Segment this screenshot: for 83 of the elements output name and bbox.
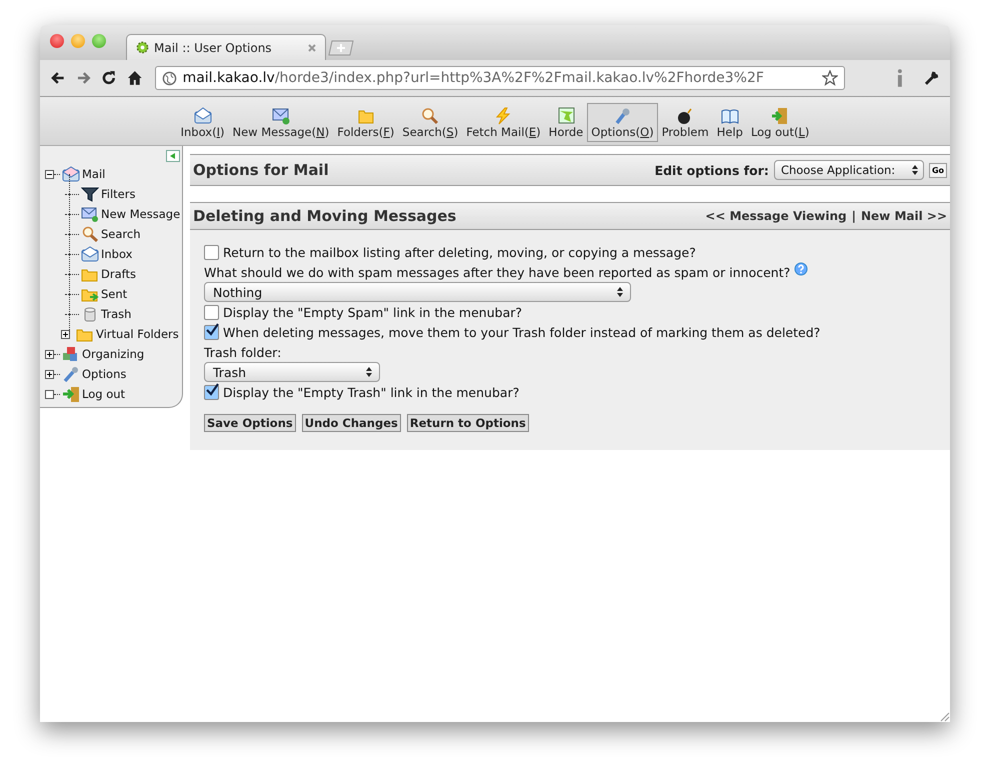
form-button[interactable]: Return to Options	[406, 414, 529, 432]
search-icon	[420, 107, 440, 125]
envelope-icon	[192, 107, 213, 125]
toolbar-button[interactable]: Fetch Mail(E)	[462, 103, 545, 142]
tree-item[interactable]: Search	[101, 227, 141, 241]
help-icon[interactable]	[794, 262, 808, 276]
expand-toggle[interactable]	[61, 330, 70, 338]
filter-icon	[81, 186, 99, 202]
home-icon[interactable]	[126, 70, 143, 86]
form-button[interactable]: Save Options	[204, 414, 296, 432]
toolbar-button[interactable]: Problem	[658, 103, 713, 142]
tab-title: Mail :: User Options	[154, 40, 272, 54]
tree-item[interactable]: New Message	[101, 207, 180, 221]
tree-item[interactable]: Filters	[101, 187, 136, 201]
tree-item[interactable]: Inbox	[101, 247, 132, 261]
search-icon	[81, 226, 99, 242]
application-select[interactable]: Choose Application:	[774, 160, 924, 180]
go-button[interactable]: Go	[928, 162, 947, 178]
toolbar-button[interactable]: Inbox(I)	[176, 103, 228, 142]
dropdown-arrows-icon	[910, 164, 919, 176]
option-label: What should we do with spam messages after they have been reported as spam or innocent?	[204, 264, 790, 280]
dropdown-select[interactable]: Nothing	[204, 282, 631, 302]
new-tab-button[interactable]	[328, 40, 354, 56]
toolbar-button[interactable]: Help	[712, 103, 747, 142]
toolbar-button[interactable]: Folders(F)	[333, 103, 398, 142]
tree-item[interactable]: Options	[82, 367, 126, 381]
toolbar-button[interactable]: Horde	[544, 103, 588, 142]
tree-item[interactable]: Trash	[101, 307, 132, 321]
new-message-icon	[81, 206, 99, 222]
dropdown-select[interactable]: Trash	[204, 362, 380, 382]
book-icon	[720, 107, 740, 125]
expand-toggle[interactable]	[45, 370, 54, 378]
next-section-link[interactable]: New Mail >>	[861, 209, 947, 223]
option-label: Display the "Empty Trash" link in the menubar?	[223, 384, 520, 400]
map-icon	[556, 107, 576, 125]
collapse-toggle[interactable]	[45, 170, 54, 178]
tree-toggle[interactable]	[45, 390, 54, 398]
expand-toggle[interactable]	[45, 350, 54, 358]
option-label: Display the "Empty Spam" link in the menubar?	[223, 304, 522, 320]
envelope-icon	[62, 166, 80, 182]
gear-icon	[135, 40, 150, 55]
option-label: When deleting messages, move them to your Trash folder instead of marking them as deleted?	[223, 324, 820, 340]
toolbar-button[interactable]: New Message(N)	[228, 103, 334, 142]
checkbox[interactable]	[204, 244, 219, 260]
dropdown-arrows-icon	[616, 286, 624, 298]
close-tab-icon[interactable]	[307, 42, 317, 52]
tree-item[interactable]: Drafts	[101, 267, 136, 281]
tree-item[interactable]: Mail	[82, 167, 106, 181]
tree-item[interactable]: Sent	[101, 287, 128, 301]
forward-icon[interactable]	[76, 70, 92, 86]
dropdown-arrows-icon	[365, 366, 373, 378]
toolbar-button[interactable]: Search(S)	[398, 103, 462, 142]
envelope-icon	[81, 246, 99, 262]
close-window-button[interactable]	[50, 34, 64, 48]
resize-grip-icon[interactable]	[938, 710, 950, 722]
new-message-icon	[270, 107, 291, 125]
checkbox[interactable]	[204, 384, 219, 400]
collapse-sidebar-icon[interactable]	[166, 150, 180, 162]
back-icon[interactable]	[50, 70, 66, 86]
exit-door-icon	[62, 386, 80, 402]
toolbar-button[interactable]: Options(O)	[587, 103, 658, 142]
checkbox[interactable]	[204, 304, 219, 320]
address-field[interactable]: mail.kakao.lv/horde3/index.php?url=http%3A%2F%2Fmail.kakao.lv%2Fhorde3%2F	[154, 66, 845, 90]
browser-tab[interactable]: Mail :: User Options	[126, 34, 326, 60]
cubes-icon	[62, 346, 80, 362]
reload-icon[interactable]	[101, 70, 117, 86]
option-label: Trash folder:	[204, 344, 282, 360]
link-separator: |	[852, 209, 856, 223]
globe-icon	[162, 70, 177, 86]
toolbar-button[interactable]: Log out(L)	[746, 103, 814, 142]
form-button[interactable]: Undo Changes	[302, 414, 401, 432]
tree-item[interactable]: Log out	[82, 387, 126, 401]
checkbox[interactable]	[204, 324, 219, 340]
previous-section-link[interactable]: << Message Viewing	[705, 209, 847, 223]
wrench-icon	[62, 366, 80, 382]
option-label: Return to the mailbox listing after deleting, moving, or copying a message?	[223, 244, 696, 260]
tree-item[interactable]: Virtual Folders	[96, 327, 179, 341]
section-heading: Deleting and Moving Messages	[193, 207, 456, 225]
edit-options-label: Edit options for:	[654, 162, 769, 178]
wrench-icon[interactable]	[924, 70, 940, 86]
bookmark-star-icon[interactable]	[822, 70, 838, 86]
tree-item[interactable]: Organizing	[82, 347, 144, 361]
page-heading: Options for Mail	[193, 161, 329, 179]
